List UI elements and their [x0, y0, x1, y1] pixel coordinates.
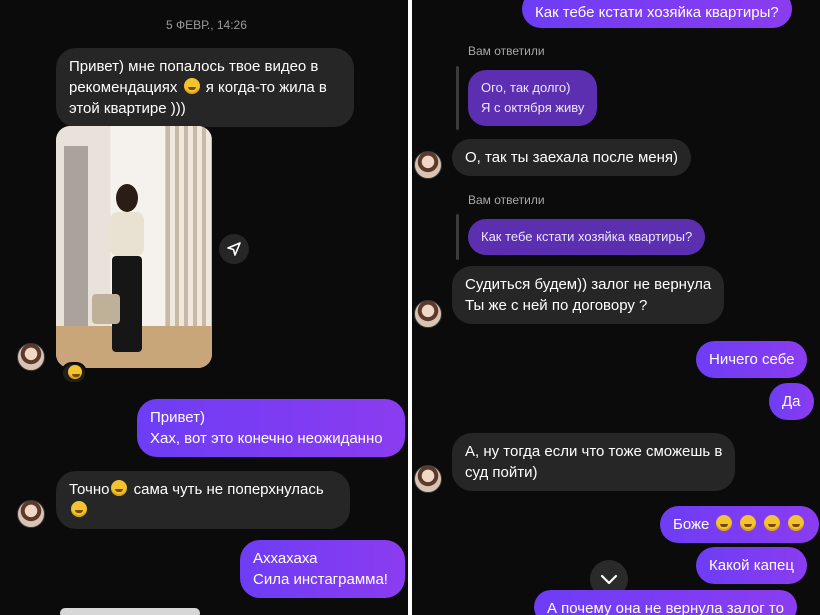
message-line: Сила инстаграмма! — [253, 571, 388, 588]
message-line: Аххахаха — [253, 550, 318, 567]
message-line: Ого, так долго) — [481, 80, 571, 95]
incoming-message-1[interactable]: Привет) мне попалось твое видео в рекоме… — [56, 48, 354, 127]
next-message-edge — [60, 608, 200, 615]
reply-quote[interactable]: Как тебе кстати хозяйка квартиры? — [468, 219, 706, 255]
message-line: Хах, вот это конечно неожиданно — [150, 430, 383, 447]
photo-person-top — [110, 212, 144, 256]
message-line: Точно сама чуть не поперхнулась — [69, 480, 324, 498]
message-line: Судиться будем)) залог не вернула — [465, 276, 712, 293]
incoming-message-3[interactable]: А, ну тогда если что тоже сможешь в суд … — [452, 433, 736, 491]
laughing-emoji-icon — [715, 515, 732, 531]
incoming-message-1[interactable]: О, так ты заехала после меня) — [452, 139, 692, 176]
contact-avatar[interactable] — [414, 300, 442, 328]
incoming-message-2[interactable]: Судиться будем)) залог не вернула Ты же … — [452, 266, 725, 324]
reply-indicator-bar — [456, 214, 459, 260]
chat-panel-right: Как тебе кстати хозяйка квартиры? Вам от… — [412, 0, 820, 615]
contact-avatar[interactable] — [17, 343, 45, 371]
laughing-emoji-icon — [788, 515, 805, 531]
rofl-emoji-icon — [71, 501, 87, 517]
message-line: Я с октября живу — [481, 100, 585, 115]
outgoing-message-3[interactable]: Да — [769, 383, 814, 420]
message-line: Привет) мне попалось твое видео в — [69, 58, 319, 75]
message-line: А, ну тогда если что тоже сможешь в — [465, 443, 723, 460]
photo-person-head — [116, 184, 138, 212]
reaction-emoji-icon — [68, 365, 82, 379]
outgoing-message-4[interactable]: Боже — [660, 506, 820, 543]
reaction-badge[interactable] — [61, 362, 87, 384]
contact-avatar[interactable] — [414, 465, 442, 493]
shared-photo[interactable] — [56, 126, 212, 368]
chat-timestamp: 5 ФЕВР., 14:26 — [166, 18, 247, 32]
contact-avatar[interactable] — [17, 500, 45, 528]
rofl-emoji-icon — [183, 78, 200, 94]
message-line: Ты же с ней по договору ? — [465, 297, 648, 314]
outgoing-message-top-cut[interactable]: Как тебе кстати хозяйка квартиры? — [522, 0, 792, 28]
message-line: суд пойти) — [465, 464, 538, 481]
outgoing-message-2[interactable]: Аххахаха Сила инстаграмма! — [240, 540, 405, 598]
message-line: этой квартире ))) — [69, 100, 186, 117]
share-icon — [227, 242, 241, 256]
message-line — [69, 500, 337, 521]
outgoing-message-2[interactable]: Ничего себе — [696, 341, 808, 378]
photo-bag — [92, 294, 120, 324]
message-line: рекомендациях я когда-то жила в — [69, 78, 327, 96]
contact-avatar[interactable] — [414, 151, 442, 179]
laughing-emoji-icon — [763, 515, 780, 531]
outgoing-message-1[interactable]: Привет) Хах, вот это конечно неожиданно — [137, 399, 405, 457]
replied-label: Вам ответили — [468, 44, 545, 58]
laughing-emoji-icon — [739, 515, 756, 531]
outgoing-message-bottom-cut[interactable]: А почему она не вернула залог то — [534, 590, 797, 615]
replied-label: Вам ответили — [468, 193, 545, 207]
reply-indicator-bar — [456, 66, 459, 130]
rofl-emoji-icon — [111, 480, 128, 496]
chat-panel-left: 5 ФЕВР., 14:26 Привет) мне попалось твое… — [0, 0, 408, 615]
share-icon-button[interactable] — [219, 234, 249, 264]
incoming-message-2[interactable]: Точно сама чуть не поперхнулась — [56, 471, 350, 529]
outgoing-message-5[interactable]: Какой капец — [696, 547, 807, 584]
reply-quote[interactable]: Ого, так долго) Я с октября живу — [468, 70, 598, 126]
message-line: Привет) — [150, 409, 206, 426]
